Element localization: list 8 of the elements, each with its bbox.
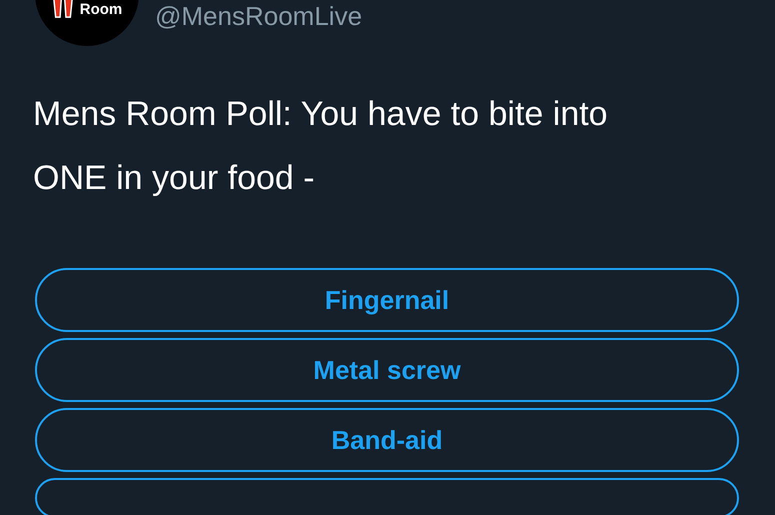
poll-option-button[interactable]: Metal screw	[35, 338, 739, 402]
poll-option-button[interactable]	[35, 478, 739, 515]
tweet-text: Mens Room Poll: You have to bite into ONE in your food -	[33, 94, 609, 199]
user-handle[interactable]: @MensRoomLive	[155, 1, 362, 32]
poll-option-button[interactable]: Band-aid	[35, 408, 739, 472]
avatar-logo[interactable]: Room	[35, 0, 139, 46]
poll-option-button[interactable]: Fingernail	[35, 268, 739, 332]
logo-text: Room	[80, 1, 122, 18]
